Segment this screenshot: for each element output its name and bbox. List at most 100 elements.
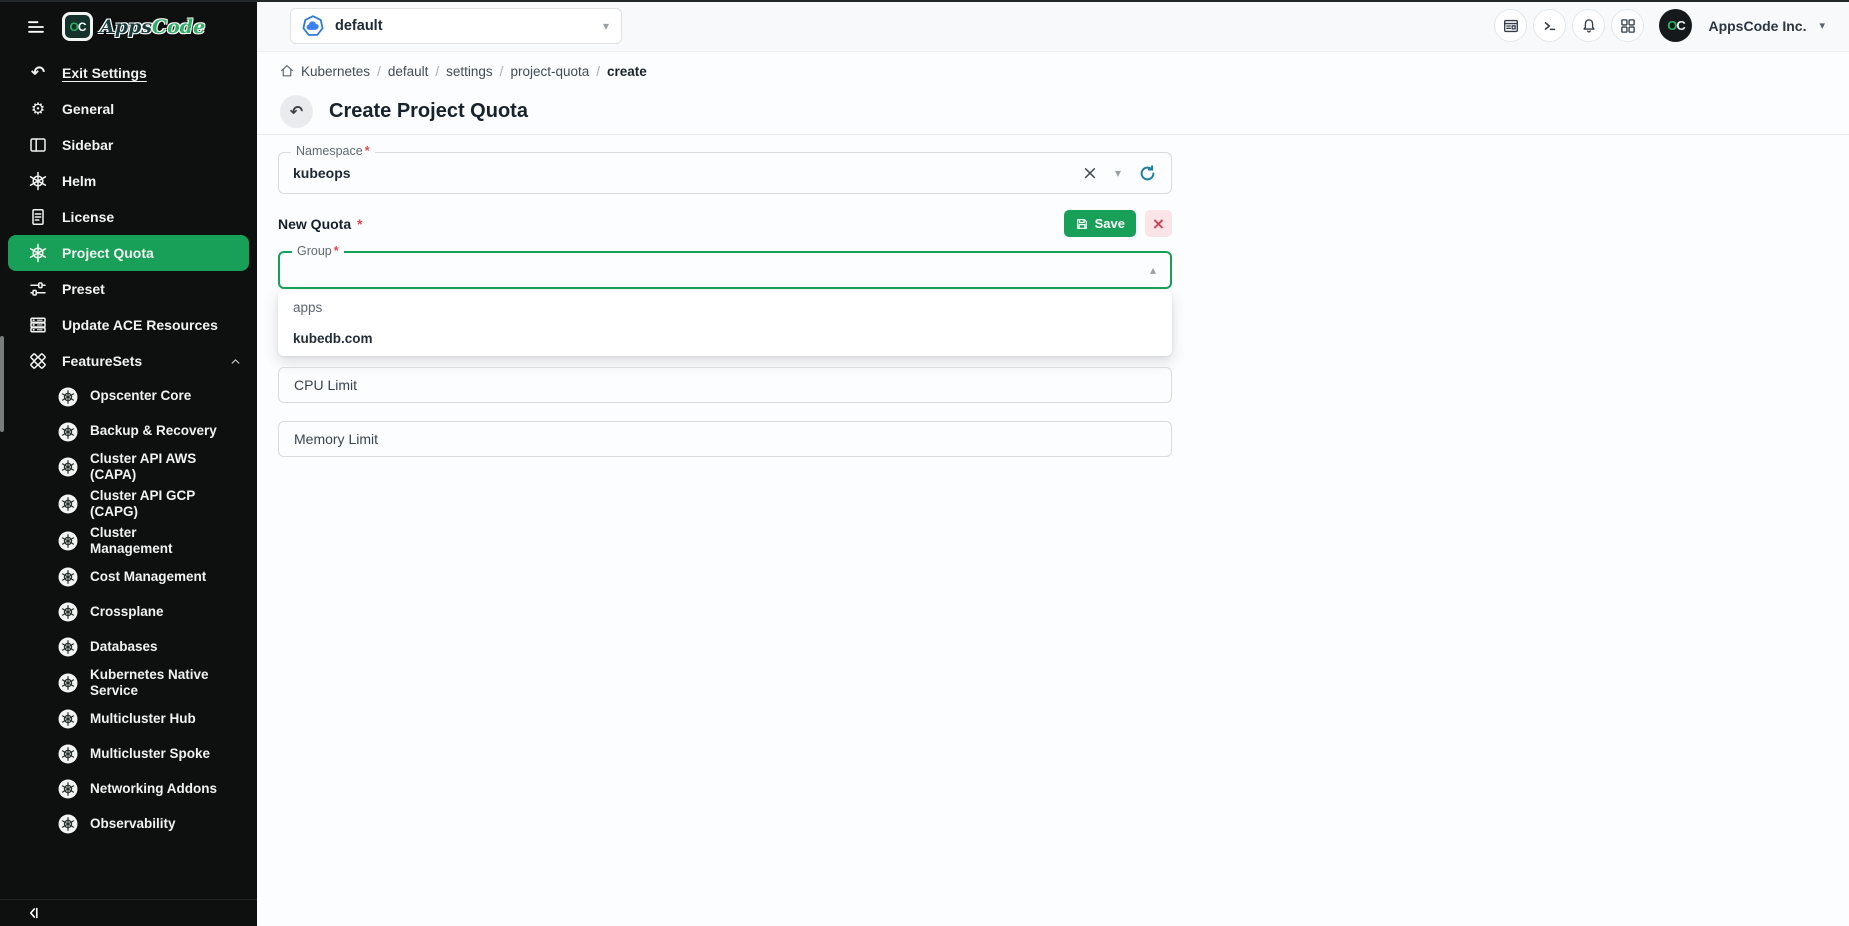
sidebar-item-label: Project Quota xyxy=(62,245,154,261)
hamburger-menu-icon[interactable] xyxy=(26,17,46,37)
feature-circle-icon xyxy=(57,672,79,694)
document-icon xyxy=(28,207,48,227)
feature-circle-icon xyxy=(57,386,79,408)
notifications-button[interactable] xyxy=(1572,9,1605,42)
sidebar: OC AppsCode ↶ Exit Settings ⚙ General Si… xyxy=(0,0,257,926)
remove-quota-button[interactable]: × xyxy=(1145,210,1172,237)
feature-circle-icon xyxy=(57,456,79,478)
sidebar-item-label: Preset xyxy=(62,281,105,297)
appscode-logo[interactable]: OC AppsCode xyxy=(62,12,205,41)
chevron-up-icon xyxy=(228,354,243,369)
sidebar-feature-cluster-api-aws-capa[interactable]: Cluster API AWS (CAPA) xyxy=(0,449,257,486)
sidebar-feature-kubernetes-native-service[interactable]: Kubernetes Native Service xyxy=(0,665,257,702)
home-icon xyxy=(279,63,295,79)
sidebar-item-helm[interactable]: Helm xyxy=(0,163,257,199)
sidebar-item-exit-settings[interactable]: ↶ Exit Settings xyxy=(0,55,257,91)
sidebar-item-label: FeatureSets xyxy=(62,353,142,369)
sidebar-nav: ↶ Exit Settings ⚙ General Sidebar Helm L… xyxy=(0,53,257,899)
news-button[interactable] xyxy=(1494,9,1527,42)
sidebar-feature-crossplane[interactable]: Crossplane xyxy=(0,595,257,630)
group-options-dropdown: appskubedb.com xyxy=(278,290,1172,356)
feature-circle-icon xyxy=(57,566,79,588)
breadcrumb-item-project-quota[interactable]: project-quota xyxy=(510,64,589,79)
namespace-chevron-down-icon[interactable]: ▾ xyxy=(1115,167,1121,179)
namespace-select[interactable]: Namespace* kubeops × ▾ xyxy=(278,152,1172,194)
feature-item-label: Observability xyxy=(90,816,176,832)
sidebar-feature-cost-management[interactable]: Cost Management xyxy=(0,560,257,595)
memory-limit-input[interactable]: Memory Limit xyxy=(278,421,1172,457)
apps-button[interactable] xyxy=(1611,9,1644,42)
feature-item-label: Opscenter Core xyxy=(90,388,191,404)
back-button[interactable]: ↶ xyxy=(280,95,313,128)
sidebar-scrollbar-thumb[interactable] xyxy=(0,336,4,432)
feature-circle-icon xyxy=(57,493,79,515)
sidebar-feature-multicluster-hub[interactable]: Multicluster Hub xyxy=(0,702,257,737)
breadcrumb: Kubernetes/default/settings/project-quot… xyxy=(279,63,1849,79)
sidebar-feature-multicluster-spoke[interactable]: Multicluster Spoke xyxy=(0,737,257,772)
account-name[interactable]: AppsCode Inc. xyxy=(1708,18,1806,34)
breadcrumb-item-kubernetes[interactable]: Kubernetes xyxy=(301,64,370,79)
group-chevron-up-icon[interactable]: ▴ xyxy=(1150,264,1156,276)
sidebar-item-update-ace-resources[interactable]: Update ACE Resources xyxy=(0,307,257,343)
sidebar-feature-databases[interactable]: Databases xyxy=(0,630,257,665)
feature-circle-icon xyxy=(57,636,79,658)
feature-item-label: Networking Addons xyxy=(90,781,217,797)
cluster-selector[interactable]: default ▾ xyxy=(290,8,622,44)
window-top-edge xyxy=(0,0,1849,2)
sidebar-item-general[interactable]: ⚙ General xyxy=(0,91,257,127)
feature-item-label: Multicluster Hub xyxy=(90,711,196,727)
account-avatar[interactable]: OC xyxy=(1659,9,1692,42)
breadcrumb-current: create xyxy=(607,64,647,79)
group-select[interactable]: Group* ▴ xyxy=(278,251,1172,289)
save-floppy-icon xyxy=(1075,217,1089,231)
feature-circle-icon xyxy=(57,778,79,800)
feature-item-label: Cluster API GCP (CAPG) xyxy=(90,488,218,521)
sidebar-feature-networking-addons[interactable]: Networking Addons xyxy=(0,772,257,807)
sidebar-item-license[interactable]: License xyxy=(0,199,257,235)
sidebar-item-label: Helm xyxy=(62,173,96,189)
page-title: Create Project Quota xyxy=(329,100,528,123)
topbar-actions: OC AppsCode Inc. ▾ xyxy=(1494,9,1849,42)
feature-circle-icon xyxy=(57,743,79,765)
sidebar-feature-cluster-api-gcp-capg[interactable]: Cluster API GCP (CAPG) xyxy=(0,486,257,523)
sidebar-item-label: License xyxy=(62,209,114,225)
terminal-button[interactable] xyxy=(1533,9,1566,42)
sidebar-feature-observability[interactable]: Observability xyxy=(0,807,257,842)
save-button[interactable]: Save xyxy=(1064,210,1136,237)
feature-item-label: Cost Management xyxy=(90,569,206,585)
memory-limit-placeholder: Memory Limit xyxy=(294,431,378,447)
breadcrumb-item-default[interactable]: default xyxy=(388,64,429,79)
cpu-limit-input[interactable]: CPU Limit xyxy=(278,367,1172,403)
sidebar-item-featuresets[interactable]: FeatureSets xyxy=(0,343,257,379)
page-title-row: ↶ Create Project Quota xyxy=(257,88,1849,135)
feature-item-label: Multicluster Spoke xyxy=(90,746,210,762)
back-arrow-icon: ↶ xyxy=(28,63,48,83)
feature-item-label: Backup & Recovery xyxy=(90,423,217,439)
breadcrumb-item-settings[interactable]: settings xyxy=(446,64,493,79)
collapse-left-icon[interactable] xyxy=(24,904,42,922)
feature-item-label: Kubernetes Native Service xyxy=(90,667,218,700)
group-label: Group* xyxy=(292,244,344,258)
brand-text: AppsCode xyxy=(100,16,205,38)
sidebar-item-project-quota[interactable]: Project Quota xyxy=(8,235,249,271)
sidebar-item-label: Sidebar xyxy=(62,137,113,153)
chevron-down-icon: ▾ xyxy=(603,20,609,32)
clear-icon[interactable]: × xyxy=(1082,164,1098,183)
cpu-limit-placeholder: CPU Limit xyxy=(294,377,357,393)
sidebar-feature-cluster-management[interactable]: Cluster Management xyxy=(0,523,257,560)
sidebar-feature-opscenter-core[interactable]: Opscenter Core xyxy=(0,379,257,414)
apps-grid-icon xyxy=(1619,17,1637,35)
account-chevron-down-icon[interactable]: ▾ xyxy=(1819,20,1825,31)
sidebar-header: OC AppsCode xyxy=(0,0,257,53)
new-quota-label: New Quota * xyxy=(278,216,362,232)
refresh-icon[interactable] xyxy=(1138,164,1157,183)
feature-item-label: Cluster Management xyxy=(90,525,218,558)
sidebar-feature-backup-recovery[interactable]: Backup & Recovery xyxy=(0,414,257,449)
sidebar-item-preset[interactable]: Preset xyxy=(0,271,257,307)
gear-icon: ⚙ xyxy=(28,99,48,119)
namespace-label: Namespace* xyxy=(291,144,375,158)
group-option-kubedb-com[interactable]: kubedb.com xyxy=(278,323,1172,354)
sidebar-item-sidebar[interactable]: Sidebar xyxy=(0,127,257,163)
cluster-selector-value: default xyxy=(335,18,593,34)
group-option-apps[interactable]: apps xyxy=(278,292,1172,323)
